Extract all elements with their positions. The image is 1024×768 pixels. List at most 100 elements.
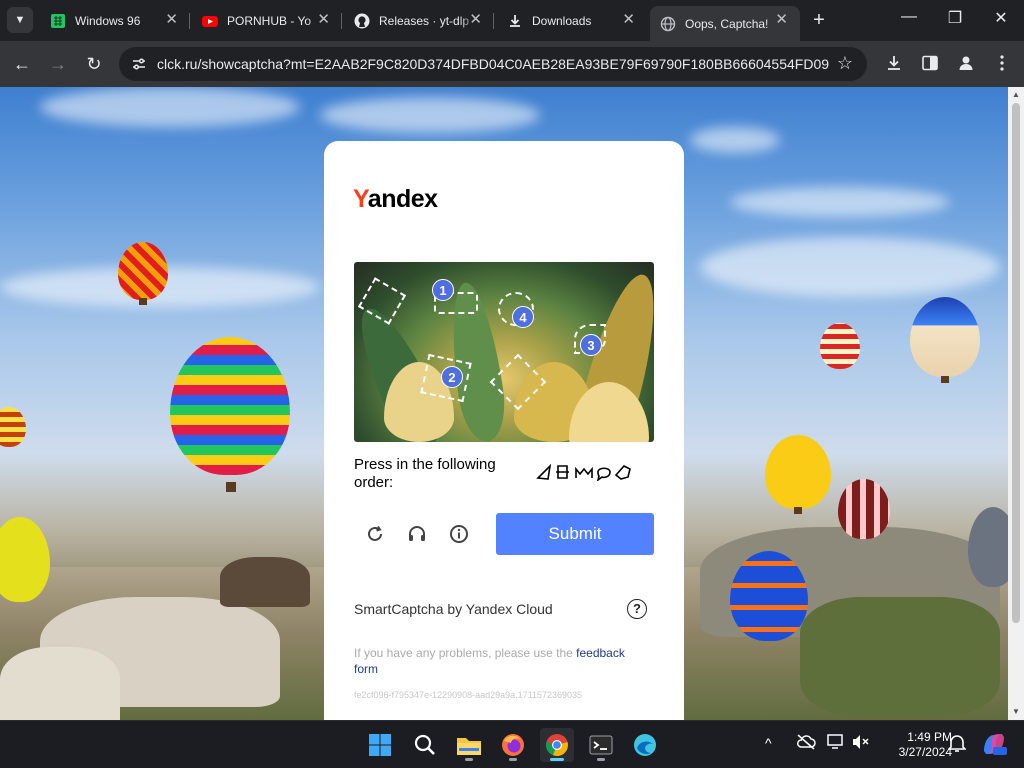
tray-overflow-icon[interactable]: ^: [765, 735, 772, 751]
reload-icon[interactable]: ↻: [83, 53, 105, 75]
windows96-icon: [50, 13, 66, 29]
hot-air-balloon: [118, 242, 168, 300]
taskbar-file-explorer[interactable]: [452, 728, 486, 762]
order-marker-4[interactable]: 4: [512, 306, 534, 328]
network-icon[interactable]: [826, 733, 846, 754]
hot-air-balloon: [0, 517, 50, 602]
minimize-icon[interactable]: —: [897, 8, 921, 26]
tab-title: PORNHUB - Yo: [227, 13, 312, 28]
logo-letter: Y: [353, 185, 368, 213]
site-info-icon[interactable]: [131, 56, 147, 72]
search-icon: [414, 734, 435, 755]
captcha-image[interactable]: 1 2 3 4: [354, 262, 654, 442]
info-icon[interactable]: [448, 523, 470, 545]
address-bar[interactable]: clck.ru/showcaptcha?mt=E2AAB2F9C820D374D…: [119, 47, 867, 81]
running-indicator: [465, 758, 473, 761]
tab-search-button[interactable]: ▼: [7, 7, 33, 33]
cloud: [40, 87, 300, 127]
cloud: [320, 97, 540, 133]
hot-air-balloon: [838, 479, 890, 539]
help-icon[interactable]: ?: [627, 599, 647, 619]
submit-button[interactable]: Submit: [496, 513, 654, 555]
tab-separator: [341, 13, 342, 29]
taskbar-edge[interactable]: [628, 728, 662, 762]
taskbar-terminal[interactable]: [584, 728, 618, 762]
system-clock[interactable]: 1:49 PM 3/27/2024: [884, 730, 952, 760]
shape-sequence-icon: [536, 463, 631, 481]
cloud: [700, 237, 1000, 297]
tab-separator: [493, 13, 494, 29]
bookmark-star-icon[interactable]: ☆: [837, 53, 853, 74]
tab-separator: [189, 13, 190, 29]
hot-air-balloon: [910, 297, 980, 377]
notification-bell-icon[interactable]: [947, 733, 967, 756]
feedback-note: If you have any problems, please use the…: [354, 645, 644, 677]
cloud: [690, 127, 780, 153]
refresh-icon[interactable]: [364, 523, 386, 545]
close-icon[interactable]: ✕: [775, 12, 788, 28]
request-id: fe2cf096-f795347e-12290908-aad29a9a.1711…: [354, 690, 583, 700]
menu-kebab-icon[interactable]: [991, 53, 1013, 75]
tab-title: Oops, Captcha!: [685, 16, 769, 31]
hot-air-balloon: [765, 435, 831, 509]
tab-downloads[interactable]: Downloads ✕: [497, 6, 647, 35]
new-tab-button[interactable]: +: [808, 9, 830, 31]
close-icon[interactable]: ✕: [622, 12, 635, 28]
downloads-toolbar-icon[interactable]: [883, 53, 905, 75]
taskbar-chrome[interactable]: [540, 728, 574, 762]
url-text[interactable]: clck.ru/showcaptcha?mt=E2AAB2F9C820D374D…: [157, 56, 829, 72]
audio-headphones-icon[interactable]: [406, 523, 428, 545]
scrollbar-thumb[interactable]: [1012, 103, 1020, 623]
close-icon[interactable]: ✕: [317, 12, 330, 28]
tab-title: Downloads: [532, 13, 592, 28]
start-button[interactable]: [363, 728, 397, 762]
copilot-icon[interactable]: [981, 731, 1007, 760]
captcha-card: Yandex 1 2 3 4 Press in the following or…: [324, 141, 684, 741]
tab-youtube[interactable]: PORNHUB - Yo ✕: [192, 6, 342, 35]
volume-muted-icon[interactable]: [851, 733, 871, 754]
clock-date: 3/27/2024: [898, 745, 952, 759]
running-indicator: [597, 758, 605, 761]
running-indicator: [509, 758, 517, 761]
hot-air-balloon: [0, 407, 26, 447]
order-marker-2[interactable]: 2: [441, 366, 463, 388]
feedback-text: If you have any problems, please use the: [354, 646, 577, 660]
back-arrow-icon[interactable]: ←: [11, 53, 33, 75]
chevron-down-icon: ▼: [14, 14, 26, 26]
tab-strip: ▼ Windows 96 ✕ PORNHUB - Yo ✕ Releases ·…: [0, 0, 1024, 41]
close-icon[interactable]: ✕: [469, 12, 482, 28]
firefox-icon: [502, 734, 524, 756]
cloud-offline-icon[interactable]: [796, 733, 816, 754]
window-close-icon[interactable]: ✕: [989, 8, 1013, 28]
tab-github-releases[interactable]: Releases · yt-dlp ✕: [344, 6, 494, 35]
scroll-down-icon[interactable]: ▼: [1011, 707, 1021, 716]
taskbar-firefox[interactable]: [496, 728, 530, 762]
hot-air-balloon: [170, 337, 290, 475]
balloon-basket: [794, 507, 802, 514]
start-icon: [369, 734, 391, 756]
file-explorer-icon: [457, 738, 481, 755]
order-marker-3[interactable]: 3: [580, 334, 602, 356]
download-icon: [507, 13, 523, 29]
scroll-up-icon[interactable]: ▲: [1011, 90, 1021, 99]
tab-captcha[interactable]: Oops, Captcha! ✕: [650, 6, 800, 41]
logo-rest: andex: [367, 185, 438, 213]
tab-title: Windows 96: [75, 13, 141, 28]
side-panel-icon[interactable]: [919, 53, 941, 75]
captcha-instruction: Press in the following order:: [354, 456, 496, 491]
close-icon[interactable]: ✕: [165, 12, 178, 28]
balloon-basket: [941, 376, 949, 383]
order-marker-1[interactable]: 1: [432, 279, 454, 301]
captcha-provider-label: SmartCaptcha by Yandex Cloud: [354, 601, 553, 617]
forward-arrow-icon[interactable]: →: [47, 53, 69, 75]
balloon-basket: [226, 482, 236, 492]
hot-air-balloon: [820, 323, 860, 369]
youtube-icon: [202, 13, 218, 29]
taskbar-search-button[interactable]: [408, 728, 442, 762]
page-scrollbar[interactable]: ▲ ▼: [1008, 87, 1024, 720]
browser-toolbar: ← → ↻ clck.ru/showcaptcha?mt=E2AAB2F9C82…: [0, 41, 1024, 87]
profile-icon[interactable]: [955, 53, 977, 75]
restore-icon[interactable]: ❐: [943, 8, 967, 28]
tab-windows96[interactable]: Windows 96 ✕: [40, 6, 190, 35]
tab-title: Releases · yt-dlp: [379, 13, 470, 28]
